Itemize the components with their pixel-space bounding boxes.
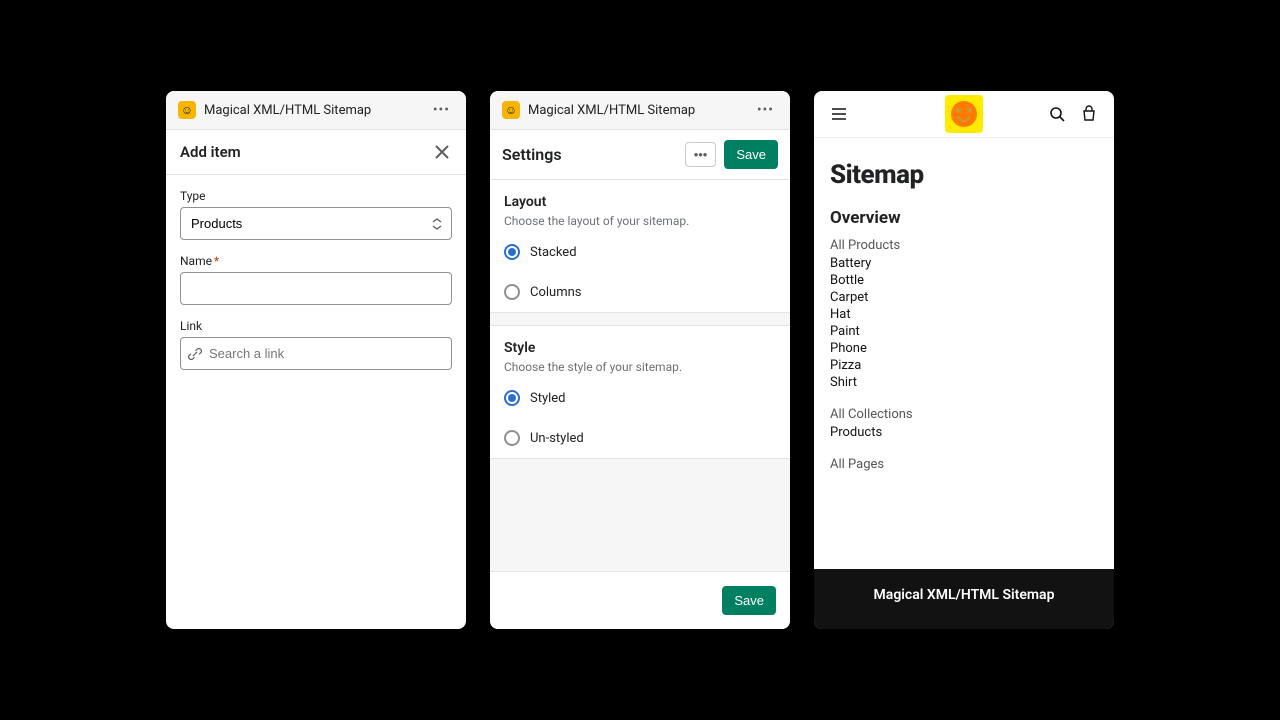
radio-icon [504, 284, 520, 300]
radio-unstyled[interactable]: Un-styled [490, 418, 790, 458]
style-group: Style Choose the style of your sitemap. … [490, 325, 790, 459]
products-list: BatteryBottleCarpetHatPaintPhonePizzaShi… [830, 255, 1098, 391]
sitemap-collections-group: All Collections Products [830, 407, 1098, 441]
store-body: Sitemap Overview All Products BatteryBot… [814, 138, 1114, 569]
radio-label: Styled [530, 391, 566, 406]
list-item[interactable]: Paint [830, 323, 1098, 340]
page-title: Sitemap [830, 160, 1098, 190]
type-label: Type [180, 189, 452, 203]
store-header [814, 91, 1114, 138]
store-actions [1048, 105, 1098, 123]
all-collections-label: All Collections [830, 407, 1098, 422]
search-button[interactable] [1048, 105, 1066, 123]
radio-icon [504, 390, 520, 406]
name-input[interactable] [180, 272, 452, 305]
all-pages-label: All Pages [830, 457, 1098, 472]
list-item[interactable]: Carpet [830, 289, 1098, 306]
list-item[interactable]: Products [830, 424, 1098, 441]
list-item[interactable]: Shirt [830, 374, 1098, 391]
save-button[interactable]: Save [724, 140, 778, 169]
add-item-panel: ☺ Magical XML/HTML Sitemap ••• Add item … [166, 91, 466, 629]
link-input[interactable] [180, 337, 452, 370]
panel-header: Add item [166, 130, 466, 175]
footer-save-button[interactable]: Save [722, 586, 776, 615]
radio-label: Stacked [530, 245, 577, 260]
type-select-wrap: Products [180, 207, 452, 240]
list-item[interactable]: Phone [830, 340, 1098, 357]
storefront-preview: Sitemap Overview All Products BatteryBot… [814, 91, 1114, 629]
all-products-label: All Products [830, 238, 1098, 253]
radio-label: Columns [530, 285, 582, 300]
radio-icon [504, 430, 520, 446]
more-icon[interactable]: ••• [429, 102, 454, 118]
menu-button[interactable] [830, 105, 848, 123]
settings-header: Settings ••• Save [490, 130, 790, 180]
panel-title: Add item [180, 143, 241, 161]
close-button[interactable] [432, 142, 452, 162]
link-icon [188, 347, 202, 361]
link-input-wrap [180, 337, 452, 370]
type-select[interactable]: Products [180, 207, 452, 240]
radio-columns[interactable]: Columns [490, 272, 790, 312]
overview-heading: Overview [830, 208, 1098, 228]
store-footer: Magical XML/HTML Sitemap [814, 569, 1114, 629]
app-icon: ☺ [178, 101, 196, 119]
cart-icon [1080, 105, 1098, 123]
sitemap-products-group: All Products BatteryBottleCarpetHatPaint… [830, 238, 1098, 391]
list-item[interactable]: Battery [830, 255, 1098, 272]
app-icon: ☺ [502, 101, 520, 119]
sitemap-pages-group: All Pages [830, 457, 1098, 472]
settings-panel: ☺ Magical XML/HTML Sitemap ••• Settings … [490, 91, 790, 629]
radio-label: Un-styled [530, 431, 584, 446]
app-title: Magical XML/HTML Sitemap [528, 103, 745, 118]
settings-title: Settings [502, 145, 677, 164]
footer-text: Magical XML/HTML Sitemap [874, 587, 1055, 603]
close-icon [435, 145, 449, 159]
hamburger-icon [830, 105, 848, 123]
style-heading: Style [504, 340, 776, 356]
more-icon[interactable]: ••• [753, 102, 778, 118]
layout-desc: Choose the layout of your sitemap. [504, 214, 776, 228]
list-item[interactable]: Bottle [830, 272, 1098, 289]
style-desc: Choose the style of your sitemap. [504, 360, 776, 374]
collections-list: Products [830, 424, 1098, 441]
footer-actions: Save [490, 571, 790, 629]
list-item[interactable]: Hat [830, 306, 1098, 323]
titlebar: ☺ Magical XML/HTML Sitemap ••• [490, 91, 790, 130]
layout-group: Layout Choose the layout of your sitemap… [490, 180, 790, 313]
cart-button[interactable] [1080, 105, 1098, 123]
list-item[interactable]: Pizza [830, 357, 1098, 374]
search-icon [1048, 105, 1066, 123]
layout-heading: Layout [504, 194, 776, 210]
radio-icon [504, 244, 520, 260]
more-actions-button[interactable]: ••• [685, 142, 717, 167]
radio-stacked[interactable]: Stacked [490, 232, 790, 272]
link-label: Link [180, 319, 452, 333]
store-logo [945, 95, 983, 133]
titlebar: ☺ Magical XML/HTML Sitemap ••• [166, 91, 466, 130]
name-label: Name* [180, 254, 452, 268]
form-body: Type Products Name* Link [166, 175, 466, 384]
app-title: Magical XML/HTML Sitemap [204, 103, 421, 118]
radio-styled[interactable]: Styled [490, 378, 790, 418]
